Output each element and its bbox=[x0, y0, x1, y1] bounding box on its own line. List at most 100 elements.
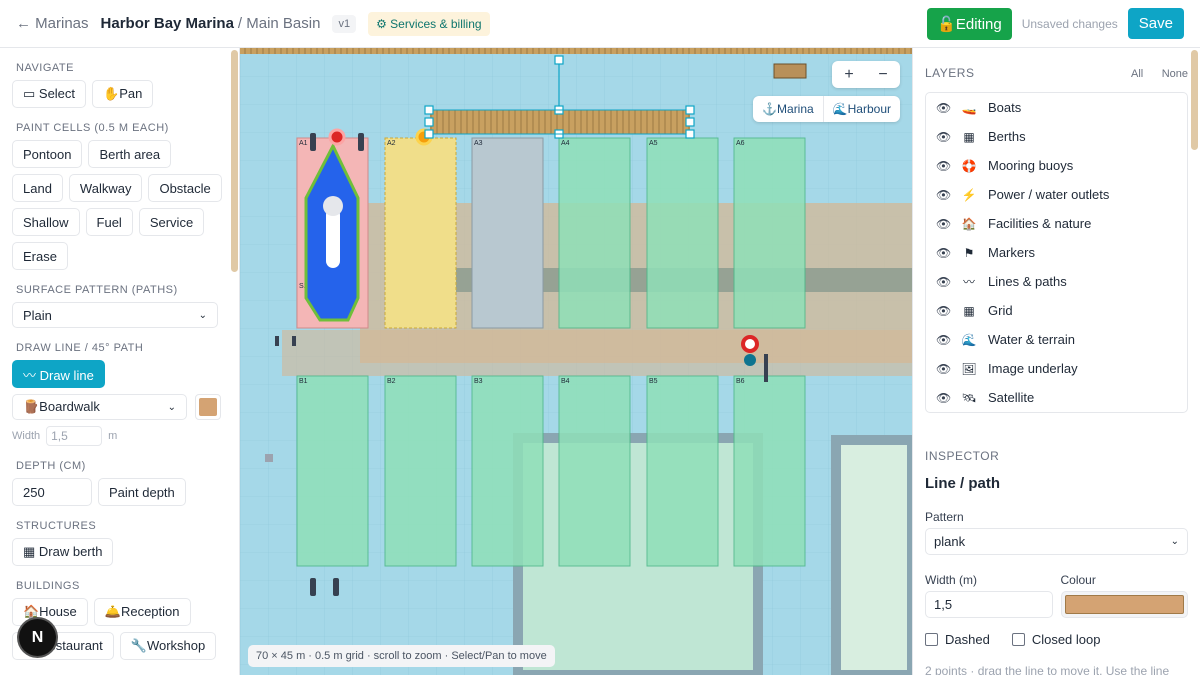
erase-button[interactable]: Erase bbox=[12, 242, 68, 270]
layer-image-underlay[interactable]: 👁 🖼 Image underlay bbox=[926, 354, 1187, 383]
dashed-checkbox[interactable]: Dashed bbox=[925, 632, 990, 647]
lifebuoy-icon: 🛟 bbox=[961, 158, 977, 173]
path-icon: 〰 bbox=[962, 275, 975, 289]
map-canvas[interactable]: A1 A2 A3 A4 A5 A6 B1 B2 B3 B4 B5 B6 S13 bbox=[240, 48, 912, 675]
satellite-icon: 🛰 bbox=[961, 390, 977, 405]
navigate-heading: NAVIGATE bbox=[16, 62, 74, 74]
berth-b4 bbox=[558, 375, 631, 567]
pattern-select[interactable]: plank ⌄ bbox=[925, 528, 1188, 555]
outlet-icon bbox=[310, 578, 316, 596]
layer-label: Water & terrain bbox=[988, 332, 1075, 347]
width-m-input[interactable]: 1,5 bbox=[925, 591, 1053, 618]
bollard-icon bbox=[275, 336, 279, 346]
paint-service-button[interactable]: Service bbox=[138, 208, 205, 236]
surface-pattern-heading: SURFACE PATTERN (PATHS) bbox=[16, 284, 178, 296]
paint-land-button[interactable]: Land bbox=[12, 174, 63, 202]
surface-pattern-select[interactable]: Plain ⌄ bbox=[12, 302, 218, 328]
eye-icon[interactable]: 👁 bbox=[936, 130, 958, 144]
services-billing-button[interactable]: ⚙ Services & billing bbox=[368, 11, 490, 36]
layer-grid[interactable]: 👁 ▦ Grid bbox=[926, 296, 1187, 325]
paint-shallow-button[interactable]: Shallow bbox=[12, 208, 80, 236]
depth-input[interactable]: 250 bbox=[12, 478, 92, 506]
draw-line-button[interactable]: 〰 Draw line bbox=[12, 360, 105, 388]
paint-fuel-button[interactable]: Fuel bbox=[85, 208, 133, 236]
line-width-input[interactable]: 1,5 bbox=[46, 426, 103, 446]
zoom-out-button[interactable]: − bbox=[866, 61, 900, 88]
zoom-in-button[interactable]: + bbox=[832, 61, 866, 88]
berth-label-a3: A3 bbox=[474, 140, 483, 147]
berth-label-a2: A2 bbox=[387, 140, 396, 147]
closed-loop-label: Closed loop bbox=[1031, 632, 1101, 647]
closed-loop-checkbox[interactable]: Closed loop bbox=[1011, 632, 1101, 647]
house-button[interactable]: 🏠House bbox=[12, 598, 88, 626]
harbour-view-button[interactable]: 🌊Harbour bbox=[822, 96, 900, 122]
berth-label-a4: A4 bbox=[561, 140, 570, 147]
bench-icon bbox=[773, 63, 807, 79]
eye-icon[interactable]: 👁 bbox=[936, 391, 958, 405]
layer-label: Mooring buoys bbox=[988, 158, 1074, 173]
berth-label-b4: B4 bbox=[561, 378, 570, 385]
line-style-select[interactable]: 🪵Boardwalk ⌄ bbox=[12, 394, 187, 420]
paint-walkway-button[interactable]: Walkway bbox=[68, 174, 143, 202]
eye-icon[interactable]: 👁 bbox=[936, 101, 958, 115]
layer-satellite[interactable]: 👁 🛰 Satellite bbox=[926, 383, 1187, 412]
berth-a4 bbox=[558, 137, 631, 329]
outlet-icon bbox=[358, 133, 364, 151]
buildings-heading: BUILDINGS bbox=[16, 580, 80, 592]
structures-heading: STRUCTURES bbox=[16, 520, 97, 532]
paint-berth-area-button[interactable]: Berth area bbox=[88, 140, 172, 168]
draw-berth-button[interactable]: ▦ Draw berth bbox=[12, 538, 114, 566]
save-button[interactable]: Save bbox=[1127, 8, 1184, 39]
marker-red-icon bbox=[328, 128, 346, 146]
marina-map[interactable]: A1 A2 A3 A4 A5 A6 B1 B2 B3 B4 B5 B6 S13 bbox=[240, 48, 912, 675]
berth-a6 bbox=[733, 137, 806, 329]
line-colour-swatch[interactable] bbox=[195, 394, 221, 420]
layer-boats[interactable]: 👁 🚤 Boats bbox=[926, 93, 1187, 122]
colour-picker[interactable] bbox=[1060, 591, 1188, 618]
chevron-down-icon: ⌄ bbox=[167, 401, 176, 413]
small-marker-icon bbox=[265, 454, 273, 462]
layer-mooring-buoys[interactable]: 👁 🛟 Mooring buoys bbox=[926, 151, 1187, 180]
eye-icon[interactable]: 👁 bbox=[936, 159, 958, 173]
layer-power-water[interactable]: 👁 ⚡ Power / water outlets bbox=[926, 180, 1187, 209]
eye-icon[interactable]: 👁 bbox=[936, 333, 958, 347]
eye-icon[interactable]: 👁 bbox=[936, 246, 958, 260]
eye-icon[interactable]: 👁 bbox=[936, 362, 958, 376]
berth-label-b5: B5 bbox=[649, 378, 658, 385]
paint-depth-button[interactable]: Paint depth bbox=[98, 478, 186, 506]
marina-view-button[interactable]: ⚓Marina bbox=[753, 96, 823, 122]
canvas-status-hint: 70 × 45 m · 0.5 m grid · scroll to zoom … bbox=[248, 645, 555, 667]
layer-berths[interactable]: 👁 ▦ Berths bbox=[926, 122, 1187, 151]
berth-label-b1: B1 bbox=[299, 378, 308, 385]
shore-boardwalk bbox=[240, 48, 912, 54]
boat-deck bbox=[326, 208, 340, 268]
layer-label: Lines & paths bbox=[988, 274, 1067, 289]
eye-icon[interactable]: 👁 bbox=[936, 188, 958, 202]
right-panel-scrollbar[interactable] bbox=[1191, 50, 1198, 150]
eye-icon[interactable]: 👁 bbox=[936, 217, 958, 231]
layers-none-link[interactable]: None bbox=[1162, 68, 1188, 80]
pattern-label: Pattern bbox=[925, 510, 964, 524]
eye-icon[interactable]: 👁 bbox=[936, 275, 958, 289]
eye-icon[interactable]: 👁 bbox=[936, 304, 958, 318]
paint-pontoon-button[interactable]: Pontoon bbox=[12, 140, 83, 168]
back-to-marinas-link[interactable]: ← Marinas bbox=[16, 15, 89, 32]
layer-water-terrain[interactable]: 👁 🌊 Water & terrain bbox=[926, 325, 1187, 354]
user-avatar[interactable]: N bbox=[19, 619, 56, 656]
layer-facilities[interactable]: 👁 🏠 Facilities & nature bbox=[926, 209, 1187, 238]
draw-line-heading: DRAW LINE / 45° PATH bbox=[16, 342, 144, 354]
layer-markers[interactable]: 👁 ⚑ Markers bbox=[926, 238, 1187, 267]
reception-button[interactable]: 🛎️Reception bbox=[93, 598, 191, 626]
workshop-button[interactable]: 🔧Workshop bbox=[119, 632, 217, 660]
layer-label: Markers bbox=[988, 245, 1035, 260]
select-tool-button[interactable]: ▭ Select bbox=[12, 80, 87, 108]
tool-panel-scrollbar[interactable] bbox=[231, 50, 238, 272]
editing-toggle-button[interactable]: 🔓Editing bbox=[927, 7, 1012, 40]
width-label: Width bbox=[12, 430, 41, 442]
paint-obstacle-button[interactable]: Obstacle bbox=[148, 174, 222, 202]
building-outline-2 bbox=[831, 435, 912, 675]
depth-heading: DEPTH (CM) bbox=[16, 460, 86, 472]
layers-all-link[interactable]: All bbox=[1131, 68, 1143, 80]
layer-lines-paths[interactable]: 👁 〰 Lines & paths bbox=[926, 267, 1187, 296]
pan-tool-button[interactable]: ✋Pan bbox=[92, 80, 154, 108]
